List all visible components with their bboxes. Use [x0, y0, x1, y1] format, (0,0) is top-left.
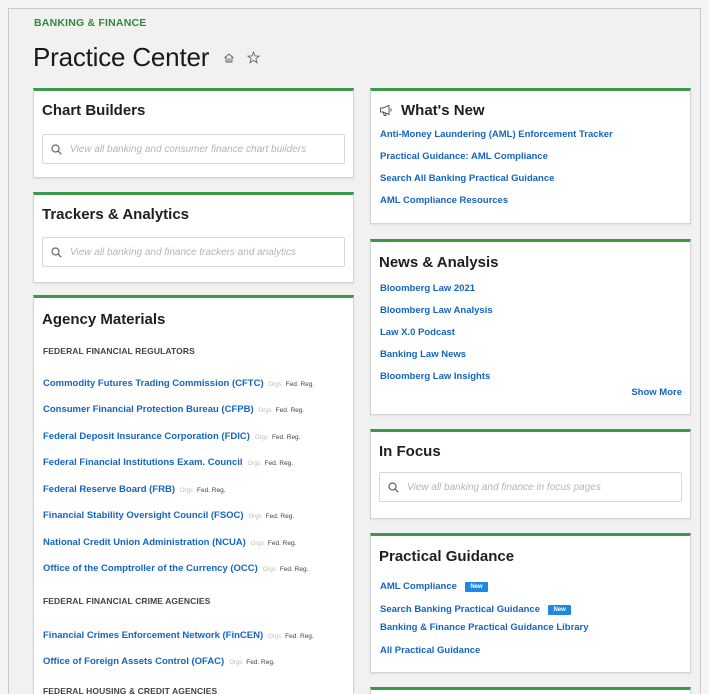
whats-new-link[interactable]: AML Compliance Resources	[380, 195, 613, 217]
fed-reg-link[interactable]: Fed. Reg.	[268, 540, 297, 547]
fed-reg-link[interactable]: Fed. Reg.	[197, 487, 226, 494]
orgs-link[interactable]: Orgs	[180, 488, 193, 494]
agency-link[interactable]: Office of Foreign Assets Control (OFAC)	[43, 656, 224, 667]
new-badge: New	[465, 582, 488, 592]
trackers-search-input[interactable]	[70, 246, 344, 258]
in-focus-search[interactable]	[379, 472, 682, 502]
show-more-link[interactable]: Show More	[631, 387, 682, 398]
megaphone-icon	[380, 104, 392, 116]
agency-link[interactable]: Federal Deposit Insurance Corporation (F…	[43, 431, 250, 442]
news-link[interactable]: Law X.0 Podcast	[380, 327, 493, 349]
agency-link[interactable]: Office of the Comptroller of the Currenc…	[43, 563, 258, 574]
agency-item-ncua: National Credit Union Administration (NC…	[43, 537, 296, 548]
next-card	[370, 687, 691, 694]
practical-guidance-title: Practical Guidance	[379, 548, 515, 565]
fed-reg-link[interactable]: Fed. Reg.	[265, 460, 294, 467]
whats-new-link[interactable]: Anti-Money Laundering (AML) Enforcement …	[380, 129, 613, 151]
agency-item-fsoc: Financial Stability Oversight Council (F…	[43, 510, 294, 521]
agency-link[interactable]: Federal Reserve Board (FRB)	[43, 484, 175, 495]
practical-row: AML Compliance New	[380, 576, 589, 599]
news-links: Bloomberg Law 2021 Bloomberg Law Analysi…	[380, 283, 493, 393]
chart-builders-card: Chart Builders	[33, 88, 354, 178]
orgs-link[interactable]: Orgs	[229, 660, 242, 666]
fed-reg-link[interactable]: Fed. Reg.	[276, 407, 305, 414]
in-focus-title: In Focus	[379, 443, 441, 460]
agency-link[interactable]: National Credit Union Administration (NC…	[43, 537, 246, 548]
fed-reg-link[interactable]: Fed. Reg.	[272, 434, 301, 441]
agency-item-ffiec: Federal Financial Institutions Exam. Cou…	[43, 457, 293, 468]
agency-link[interactable]: Consumer Financial Protection Bureau (CF…	[43, 404, 254, 415]
practical-link[interactable]: All Practical Guidance	[380, 645, 589, 668]
search-icon	[388, 481, 399, 493]
orgs-link[interactable]: Orgs	[255, 435, 268, 441]
whats-new-link[interactable]: Practical Guidance: AML Compliance	[380, 151, 613, 173]
agency-item-fdic: Federal Deposit Insurance Corporation (F…	[43, 431, 300, 442]
agency-link[interactable]: Commodity Futures Trading Commission (CF…	[43, 378, 264, 389]
agency-item-frb: Federal Reserve Board (FRB) Orgs Fed. Re…	[43, 484, 226, 495]
home-icon[interactable]	[223, 52, 235, 64]
news-link[interactable]: Bloomberg Law 2021	[380, 283, 493, 305]
practical-link[interactable]: Search Banking Practical Guidance	[380, 604, 540, 615]
news-analysis-title: News & Analysis	[379, 254, 499, 271]
practical-links: AML Compliance New Search Banking Practi…	[380, 576, 589, 668]
agency-item-cftc: Commodity Futures Trading Commission (CF…	[43, 378, 314, 389]
news-link[interactable]: Banking Law News	[380, 349, 493, 371]
agency-item-fincen: Financial Crimes Enforcement Network (Fi…	[43, 630, 314, 641]
whats-new-title: What's New	[401, 102, 485, 119]
trackers-search[interactable]	[42, 237, 345, 267]
orgs-link[interactable]: Orgs	[249, 514, 262, 520]
practical-row: Search Banking Practical Guidance New	[380, 599, 589, 622]
agency-link[interactable]: Financial Crimes Enforcement Network (Fi…	[43, 630, 263, 641]
orgs-link[interactable]: Orgs	[259, 408, 272, 414]
chart-builders-search[interactable]	[42, 134, 345, 164]
orgs-link[interactable]: Orgs	[268, 634, 281, 640]
section-label-crime: FEDERAL FINANCIAL CRIME AGENCIES	[43, 596, 211, 606]
search-icon	[51, 143, 62, 155]
orgs-link[interactable]: Orgs	[263, 567, 276, 573]
page-title: Practice Center	[33, 42, 210, 72]
title-row: Practice Center	[33, 42, 261, 73]
whats-new-card: What's New Anti-Money Laundering (AML) E…	[370, 88, 691, 224]
agency-link[interactable]: Federal Financial Institutions Exam. Cou…	[43, 457, 243, 468]
trackers-card: Trackers & Analytics	[33, 192, 354, 283]
orgs-link[interactable]: Orgs	[248, 461, 261, 467]
whats-new-links: Anti-Money Laundering (AML) Enforcement …	[380, 129, 613, 217]
practical-link[interactable]: AML Compliance	[380, 581, 457, 592]
in-focus-card: In Focus	[370, 429, 691, 519]
news-analysis-card: News & Analysis Bloomberg Law 2021 Bloom…	[370, 239, 691, 415]
fed-reg-link[interactable]: Fed. Reg.	[286, 381, 315, 388]
agency-materials-card: Agency Materials FEDERAL FINANCIAL REGUL…	[33, 295, 354, 694]
orgs-link[interactable]: Orgs	[251, 541, 264, 547]
agency-item-ofac: Office of Foreign Assets Control (OFAC) …	[43, 656, 275, 667]
trackers-title: Trackers & Analytics	[42, 206, 190, 223]
chart-builders-search-input[interactable]	[70, 143, 344, 155]
fed-reg-link[interactable]: Fed. Reg.	[285, 633, 314, 640]
agency-item-cfpb: Consumer Financial Protection Bureau (CF…	[43, 404, 304, 415]
in-focus-search-input[interactable]	[407, 481, 681, 493]
practical-guidance-card: Practical Guidance AML Compliance New Se…	[370, 533, 691, 673]
whats-new-link[interactable]: Search All Banking Practical Guidance	[380, 173, 613, 195]
fed-reg-link[interactable]: Fed. Reg.	[246, 659, 275, 666]
fed-reg-link[interactable]: Fed. Reg.	[266, 513, 295, 520]
section-label-regulators: FEDERAL FINANCIAL REGULATORS	[43, 346, 195, 356]
fed-reg-link[interactable]: Fed. Reg.	[280, 566, 309, 573]
orgs-link[interactable]: Orgs	[269, 382, 282, 388]
agency-item-occ: Office of the Comptroller of the Currenc…	[43, 563, 308, 574]
practical-link[interactable]: Banking & Finance Practical Guidance Lib…	[380, 622, 589, 645]
new-badge: New	[548, 605, 571, 615]
star-icon[interactable]	[247, 51, 261, 64]
section-label-housing: FEDERAL HOUSING & CREDIT AGENCIES	[43, 686, 218, 694]
chart-builders-title: Chart Builders	[42, 102, 146, 119]
news-link[interactable]: Bloomberg Law Insights	[380, 371, 493, 393]
agency-materials-title: Agency Materials	[42, 311, 166, 328]
whats-new-title-row: What's New	[379, 102, 485, 119]
breadcrumb[interactable]: BANKING & FINANCE	[34, 17, 146, 29]
agency-link[interactable]: Financial Stability Oversight Council (F…	[43, 510, 244, 521]
news-link[interactable]: Bloomberg Law Analysis	[380, 305, 493, 327]
search-icon	[51, 246, 62, 258]
